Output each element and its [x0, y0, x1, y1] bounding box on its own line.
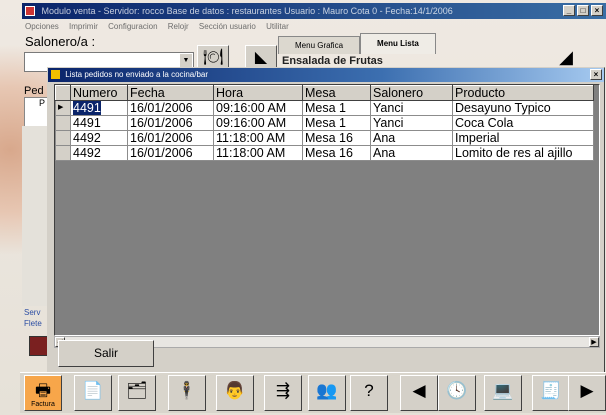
current-row-icon[interactable]: ▶: [55, 100, 71, 116]
diners-icon[interactable]: 👥: [308, 375, 346, 411]
cell-numero[interactable]: 4491: [70, 100, 128, 116]
cell-mesa[interactable]: Mesa 1: [302, 115, 371, 131]
cell-mesa[interactable]: Mesa 1: [302, 100, 371, 116]
menu-reloj[interactable]: Relojr: [168, 22, 189, 31]
dialog-title-bar: Lista pedidos no enviado a la cocina/bar…: [48, 68, 604, 82]
col-producto[interactable]: Producto: [452, 85, 594, 101]
table-row[interactable]: 4491 16/01/2006 09:16:00 AM Mesa 1 Yanci…: [55, 115, 594, 131]
salir-button[interactable]: Salir: [58, 340, 154, 367]
cell-fecha[interactable]: 16/01/2006: [127, 145, 214, 161]
cell-hora[interactable]: 11:18:00 AM: [213, 130, 303, 146]
menu-configuracion[interactable]: Configuracion: [108, 22, 157, 31]
cell-salonero[interactable]: Yanci: [370, 115, 453, 131]
menu-tabs: Menu Grafica Menu Lista: [278, 33, 436, 54]
cook-icon[interactable]: 👨: [216, 375, 254, 411]
app-icon: [25, 6, 35, 16]
waiter-icon[interactable]: 🕴: [168, 375, 206, 411]
col-numero[interactable]: Numero: [70, 85, 128, 101]
factura-button[interactable]: 🖶 Factura: [24, 375, 62, 411]
table-row[interactable]: ▶ 4491 16/01/2006 09:16:00 AM Mesa 1 Yan…: [55, 100, 594, 116]
cell-numero[interactable]: 4491: [70, 115, 128, 131]
row-selector[interactable]: [55, 130, 71, 146]
cell-producto[interactable]: Imperial: [452, 130, 594, 146]
cell-fecha[interactable]: 16/01/2006: [127, 115, 214, 131]
serv-label: Serv Flete: [24, 307, 42, 329]
cell-fecha[interactable]: 16/01/2006: [127, 100, 214, 116]
cell-salonero[interactable]: Yanci: [370, 100, 453, 116]
dialog-app-icon: [51, 70, 60, 79]
menu-utilitar[interactable]: Utilitar: [266, 22, 289, 31]
row-selector[interactable]: [55, 145, 71, 161]
grid-header-row: Numero Fecha Hora Mesa Salonero Producto: [55, 85, 594, 101]
printer-icon: 🖶: [34, 381, 52, 400]
selected-cell-text: 4491: [73, 101, 101, 115]
close-icon[interactable]: ×: [590, 69, 602, 80]
clock-icon[interactable]: 🕓: [438, 375, 476, 411]
menu-panel-text: Ensalada de Frutas: [282, 55, 383, 67]
cell-fecha[interactable]: 16/01/2006: [127, 130, 214, 146]
menu-imprimir[interactable]: Imprimir: [69, 22, 98, 31]
tray-icon[interactable]: 🗂: [118, 375, 156, 411]
table-row[interactable]: 4492 16/01/2006 11:18:00 AM Mesa 16 Ana …: [55, 145, 594, 161]
tab-menu-grafica[interactable]: Menu Grafica: [278, 36, 361, 54]
orders-grid: Numero Fecha Hora Mesa Salonero Producto…: [54, 84, 600, 336]
chevron-down-icon[interactable]: ▼: [180, 54, 192, 68]
col-mesa[interactable]: Mesa: [302, 85, 371, 101]
col-fecha[interactable]: Fecha: [127, 85, 214, 101]
serv-text: Serv: [24, 308, 41, 317]
cell-producto[interactable]: Lomito de res al ajillo: [452, 145, 594, 161]
col-salonero[interactable]: Salonero: [370, 85, 453, 101]
orders-table: Numero Fecha Hora Mesa Salonero Producto…: [55, 85, 594, 161]
cell-numero[interactable]: 4492: [70, 145, 128, 161]
cell-hora[interactable]: 09:16:00 AM: [213, 100, 303, 116]
factura-label: Factura: [31, 401, 55, 408]
cell-salonero[interactable]: Ana: [370, 145, 453, 161]
cell-producto[interactable]: Desayuno Typico: [452, 100, 594, 116]
main-window-title: Modulo venta - Servidor: rocco Base de d…: [41, 6, 453, 16]
bottom-toolbar: 🖶 Factura 📄 🗂 🕴 👨 ⇶ 👥 ? ◀ 🕓 💻 🧾 ▶: [20, 372, 606, 413]
main-title-bar: Modulo venta - Servidor: rocco Base de d…: [22, 3, 606, 19]
col-hora[interactable]: Hora: [213, 85, 303, 101]
close-icon[interactable]: ×: [591, 5, 603, 16]
cell-numero[interactable]: 4492: [70, 130, 128, 146]
cell-mesa[interactable]: Mesa 16: [302, 130, 371, 146]
arrow-right-icon[interactable]: ▶: [568, 375, 606, 411]
ped-cell[interactable]: P: [25, 98, 45, 108]
cell-salonero[interactable]: Ana: [370, 130, 453, 146]
table-row[interactable]: 4492 16/01/2006 11:18:00 AM Mesa 16 Ana …: [55, 130, 594, 146]
document-icon[interactable]: 📄: [74, 375, 112, 411]
menu-seccion-usuario[interactable]: Sección usuario: [199, 22, 256, 31]
cell-producto[interactable]: Coca Cola: [452, 115, 594, 131]
arrow-left-icon[interactable]: ◀: [400, 375, 438, 411]
flete-text: Flete: [24, 319, 42, 328]
maximize-icon[interactable]: □: [577, 5, 589, 16]
question-icon[interactable]: ?: [350, 375, 388, 411]
row-selector[interactable]: [55, 115, 71, 131]
ped-label: Ped: [24, 85, 44, 97]
salonero-label: Salonero/a :: [25, 34, 96, 49]
cell-mesa[interactable]: Mesa 16: [302, 145, 371, 161]
split-icon[interactable]: ⇶: [264, 375, 302, 411]
cell-hora[interactable]: 11:18:00 AM: [213, 145, 303, 161]
row-selector-header: [55, 85, 71, 101]
minimize-icon[interactable]: _: [563, 5, 575, 16]
dialog-title: Lista pedidos no enviado a la cocina/bar: [65, 70, 208, 79]
register-icon[interactable]: 🧾: [532, 375, 570, 411]
cashier-icon[interactable]: 💻: [484, 375, 522, 411]
pending-orders-dialog: Lista pedidos no enviado a la cocina/bar…: [47, 67, 605, 374]
cell-hora[interactable]: 09:16:00 AM: [213, 115, 303, 131]
menu-opciones[interactable]: Opciones: [25, 22, 59, 31]
main-menu-bar: Opciones Imprimir Configuracion Relojr S…: [22, 20, 606, 33]
tab-menu-lista[interactable]: Menu Lista: [360, 33, 436, 54]
scroll-right-icon[interactable]: ▶: [589, 337, 599, 347]
